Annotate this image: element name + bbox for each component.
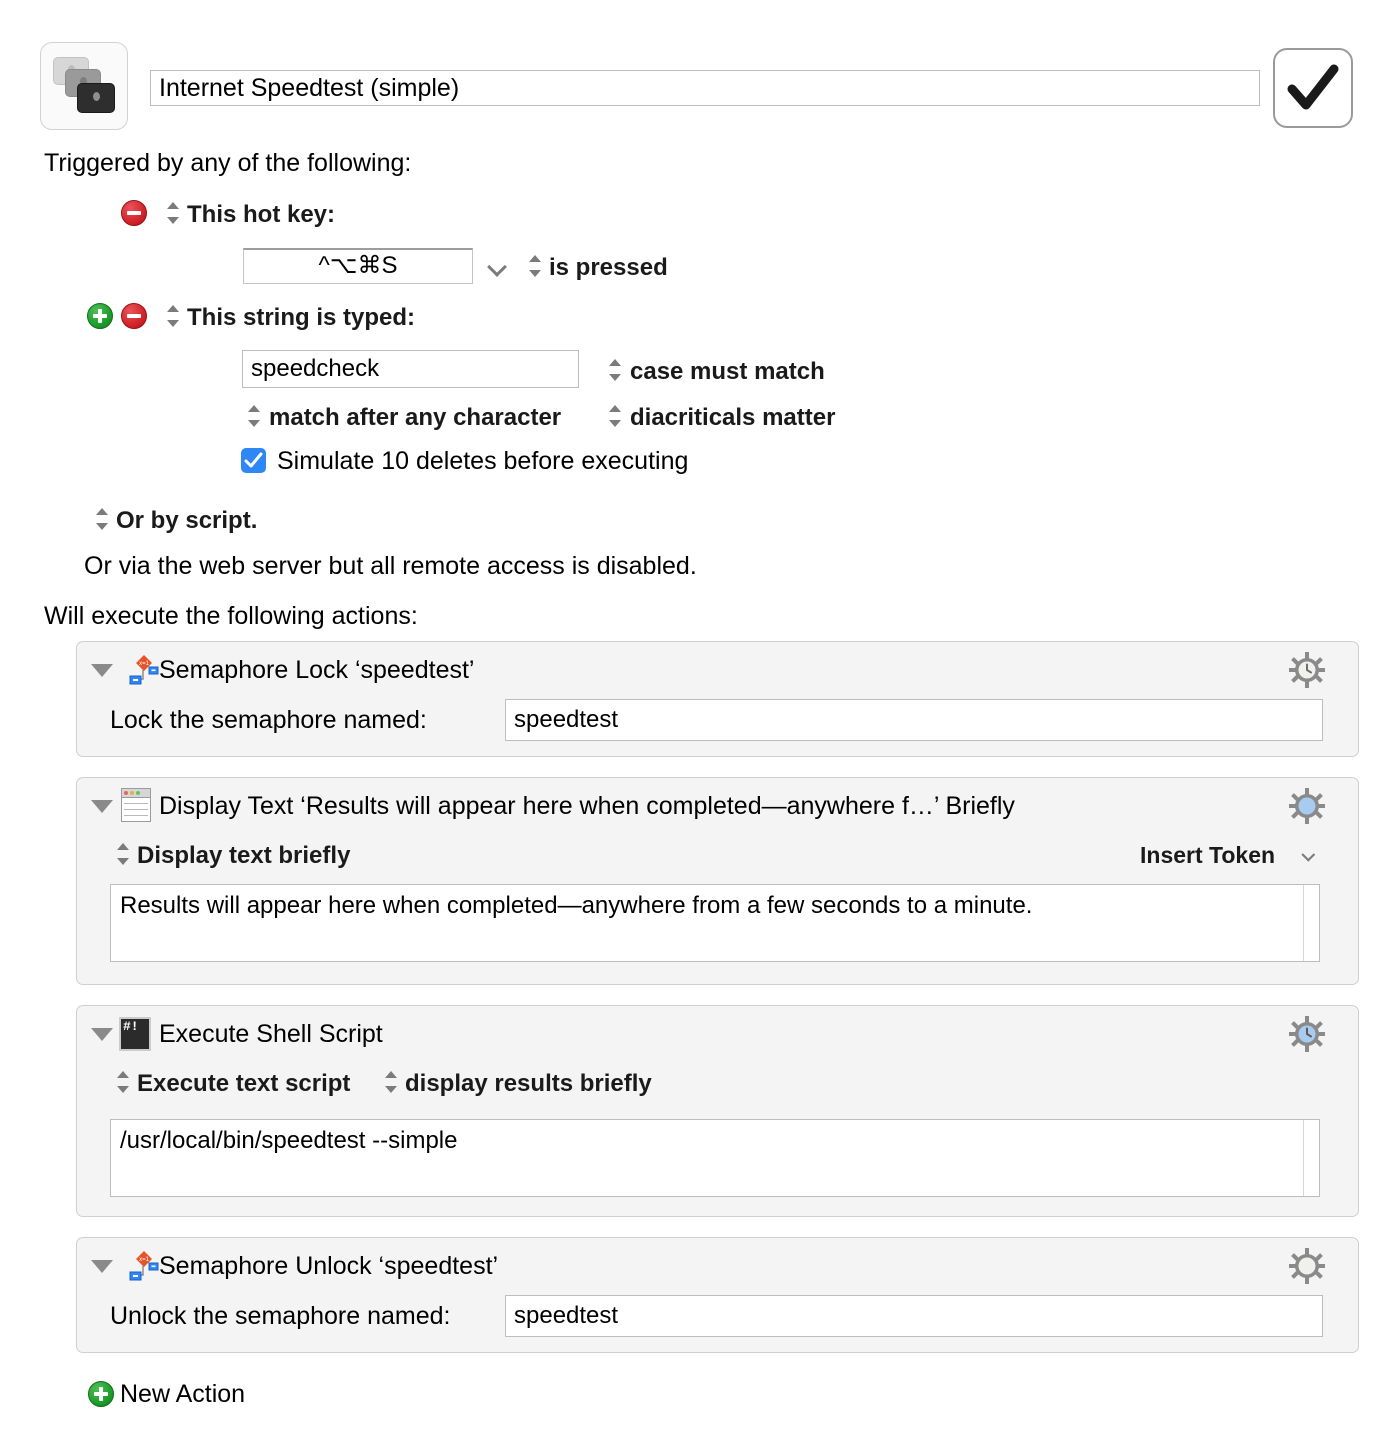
- match-option-label[interactable]: match after any character: [269, 403, 561, 433]
- macro-header: [40, 42, 1360, 134]
- svg-text:x=1: x=1: [139, 661, 150, 667]
- action-title: Execute Shell Script: [159, 1020, 383, 1048]
- script-trigger-stepper[interactable]: [95, 506, 109, 532]
- remove-typed-string-trigger-button[interactable]: [121, 303, 147, 329]
- semaphore-icon: x=1: [129, 1251, 159, 1281]
- display-text-window-icon: [121, 788, 151, 822]
- macro-icon-button[interactable]: [40, 42, 128, 130]
- keyboard-keys-stack-icon: [53, 57, 117, 115]
- hotkey-dropdown-chevron-down-icon[interactable]: [488, 260, 508, 272]
- hotkey-condition-label[interactable]: is pressed: [549, 253, 668, 283]
- typed-string-trigger-label: This string is typed:: [187, 304, 416, 331]
- display-text-textarea[interactable]: Results will appear here when completed—…: [110, 884, 1320, 962]
- display-text-value: Results will appear here when completed—…: [120, 892, 1033, 919]
- web-server-note: Or via the web server but all remote acc…: [84, 552, 697, 580]
- semaphore-icon: x=1: [129, 655, 159, 685]
- action-display-text[interactable]: Display Text ‘Results will appear here w…: [76, 777, 1359, 985]
- semaphore-unlock-field-label: Unlock the semaphore named:: [110, 1302, 451, 1330]
- textarea-scroll-gutter[interactable]: [1303, 885, 1319, 961]
- diacriticals-option-label[interactable]: diacriticals matter: [630, 403, 835, 433]
- typed-string-input[interactable]: [242, 350, 579, 388]
- remove-hotkey-trigger-button[interactable]: [121, 200, 147, 226]
- textarea-scroll-gutter[interactable]: [1303, 1120, 1319, 1196]
- new-action-plus-circle-icon[interactable]: [88, 1381, 114, 1407]
- action-title: Display Text ‘Results will appear here w…: [159, 792, 1015, 820]
- case-option-stepper[interactable]: [608, 357, 622, 383]
- action-semaphore-lock[interactable]: x=1 Semaphore Lock ‘speedtest’ Lock the …: [76, 641, 1359, 757]
- shell-script-icon: #!: [119, 1017, 151, 1051]
- action-semaphore-unlock[interactable]: x=1 Semaphore Unlock ‘speedtest’ Unlock …: [76, 1237, 1359, 1353]
- checkmark-icon: [244, 452, 263, 468]
- hotkey-trigger-label: This hot key:: [187, 201, 336, 228]
- script-trigger-label[interactable]: Or by script.: [116, 506, 257, 536]
- checkmark-icon: [1287, 64, 1339, 110]
- add-trigger-button[interactable]: [87, 303, 113, 329]
- diacriticals-option-stepper[interactable]: [608, 403, 622, 429]
- case-option-label[interactable]: case must match: [630, 357, 825, 387]
- simulate-deletes-label: Simulate 10 deletes before executing: [277, 447, 689, 475]
- insert-token-chevron-down-icon[interactable]: [1302, 850, 1316, 858]
- confirm-button[interactable]: [1273, 48, 1353, 128]
- semaphore-lock-name-input[interactable]: [505, 699, 1323, 741]
- actions-heading: Will execute the following actions:: [44, 602, 418, 630]
- macro-title-input[interactable]: [150, 70, 1260, 106]
- display-mode-label[interactable]: Display text briefly: [137, 841, 350, 871]
- simulate-deletes-checkbox[interactable]: [241, 448, 266, 473]
- macro-editor-window: Triggered by any of the following: This …: [0, 0, 1396, 1450]
- hotkey-input[interactable]: ^⌥⌘S: [243, 248, 473, 284]
- action-title: Semaphore Lock ‘speedtest’: [159, 656, 475, 684]
- disclosure-triangle-icon[interactable]: [91, 1028, 113, 1041]
- action-title: Semaphore Unlock ‘speedtest’: [159, 1252, 499, 1280]
- script-mode-stepper[interactable]: [116, 1069, 130, 1095]
- hotkey-condition-stepper[interactable]: [528, 253, 542, 279]
- action-gear-icon[interactable]: [1288, 787, 1326, 825]
- hotkey-trigger-type-stepper[interactable]: [166, 200, 180, 226]
- script-mode-label[interactable]: Execute text script: [137, 1069, 350, 1099]
- script-display-stepper[interactable]: [384, 1069, 398, 1095]
- action-gear-icon[interactable]: [1288, 1247, 1326, 1285]
- display-mode-stepper[interactable]: [116, 841, 130, 867]
- action-gear-icon[interactable]: [1288, 651, 1326, 689]
- svg-text:x=1: x=1: [139, 1257, 150, 1263]
- disclosure-triangle-icon[interactable]: [91, 664, 113, 677]
- insert-token-label[interactable]: Insert Token: [1140, 842, 1275, 869]
- shell-script-textarea[interactable]: /usr/local/bin/speedtest --simple: [110, 1119, 1320, 1197]
- shell-script-value: /usr/local/bin/speedtest --simple: [120, 1127, 458, 1154]
- action-gear-icon[interactable]: [1288, 1015, 1326, 1053]
- script-display-label[interactable]: display results briefly: [405, 1069, 652, 1099]
- new-action-label[interactable]: New Action: [120, 1379, 245, 1409]
- disclosure-triangle-icon[interactable]: [91, 1260, 113, 1273]
- action-execute-shell-script[interactable]: #! Execute Shell Script Execute text scr…: [76, 1005, 1359, 1217]
- typed-string-trigger-type-stepper[interactable]: [166, 303, 180, 329]
- disclosure-triangle-icon[interactable]: [91, 800, 113, 813]
- semaphore-lock-field-label: Lock the semaphore named:: [110, 706, 427, 734]
- semaphore-unlock-name-input[interactable]: [505, 1295, 1323, 1337]
- match-option-stepper[interactable]: [247, 403, 261, 429]
- triggers-heading: Triggered by any of the following:: [44, 149, 412, 177]
